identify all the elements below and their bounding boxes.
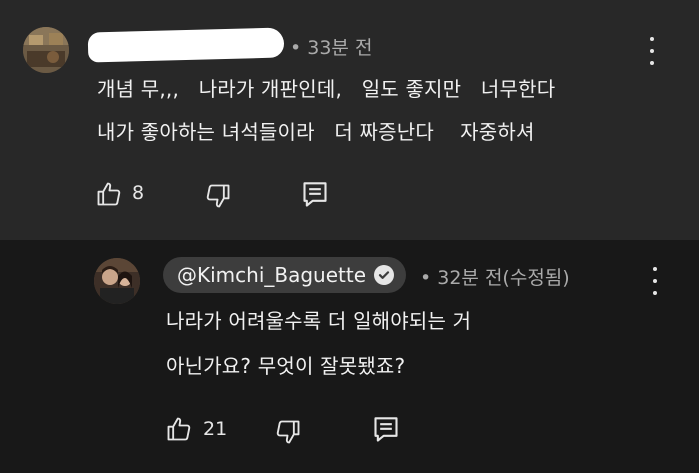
top-comment-more-icon[interactable] [647, 37, 657, 65]
reply-comment-like-count: 21 [203, 418, 228, 440]
reply-comment-icon [374, 417, 398, 442]
top-comment-text-line-1: 개념 무,,, 나라가 개판인데, 일도 좋지만 너무한다 [97, 77, 556, 101]
top-comment-time: • 33분 전 [290, 37, 373, 59]
reply-comment-text-line-1: 나라가 어려울수록 더 일해야되는 거 [166, 309, 472, 333]
reply-comment-avatar[interactable] [94, 258, 140, 304]
thumbs-up-icon [97, 182, 121, 206]
reply-author-handle-text: @Kimchi_Baguette [177, 263, 367, 287]
reply-comment-more-icon[interactable] [650, 267, 660, 295]
comment-thread: • 33분 전 개념 무,,, 나라가 개판인데, 일도 좋지만 너무한다 내가… [0, 0, 699, 473]
reply-comment-icon [303, 182, 327, 207]
thumbs-down-icon [206, 184, 230, 208]
reply-comment-text-line-2: 아닌가요? 무엇이 잘못됐죠? [166, 354, 406, 378]
reply-comment-time: • 32분 전(수정됨) [420, 267, 570, 289]
top-comment-reply-button[interactable] [302, 181, 328, 209]
reply-author-handle[interactable]: @Kimchi_Baguette [163, 257, 407, 293]
thumbs-down-icon [276, 420, 300, 444]
top-comment-text-line-2: 내가 좋아하는 녀석들이라 더 짜증난다 자중하셔 [97, 120, 535, 144]
top-comment-avatar[interactable] [23, 27, 69, 73]
reply-comment-like-button[interactable] [165, 415, 193, 443]
verified-check-icon [374, 265, 395, 285]
top-comment-dislike-button[interactable] [204, 182, 232, 210]
top-comment-like-button[interactable] [95, 180, 123, 208]
thumbs-up-icon [167, 417, 191, 441]
reply-comment-reply-button[interactable] [373, 416, 399, 444]
redacted-username [87, 27, 285, 63]
reply-comment-dislike-button[interactable] [274, 418, 302, 446]
top-comment-like-count: 8 [132, 182, 145, 204]
